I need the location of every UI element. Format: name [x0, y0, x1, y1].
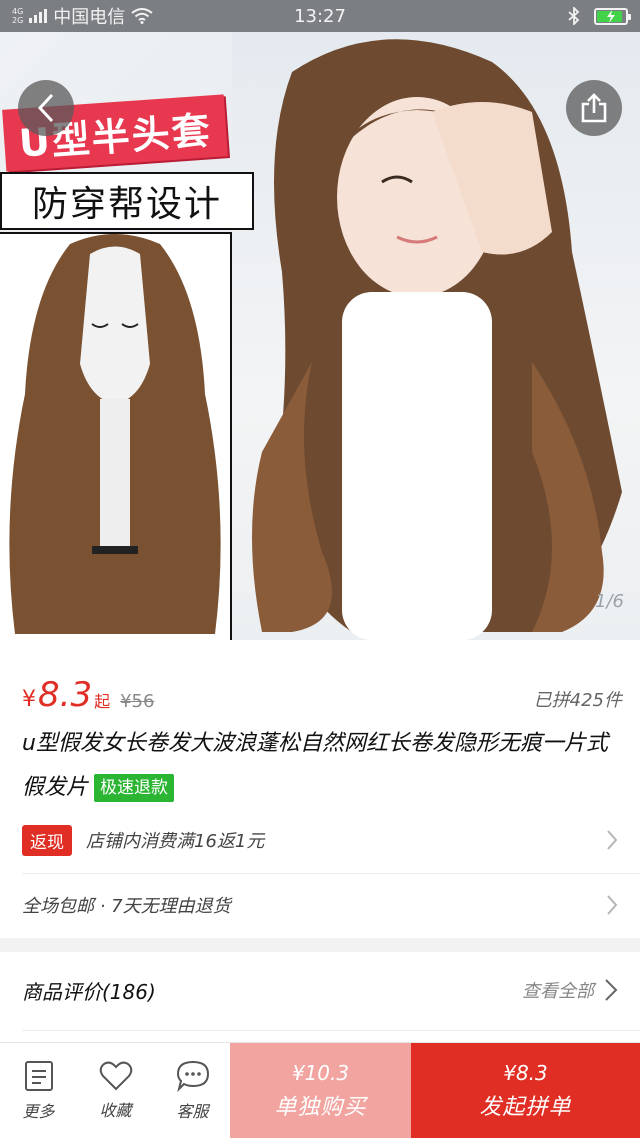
buy-alone-price: ¥10.3	[291, 1061, 350, 1085]
price-value: 8.3	[38, 675, 93, 715]
start-group-buy-button[interactable]: ¥8.3 发起拼单	[411, 1043, 640, 1138]
wig-on-mannequin-photo	[0, 232, 232, 640]
reviews-row[interactable]: 商品评价(186) 查看全部	[0, 960, 640, 1020]
chat-bubble-icon	[176, 1060, 209, 1092]
heart-icon	[99, 1061, 132, 1090]
bottom-action-bar: 更多 收藏 客服 ¥10.3 单独购买 ¥8.3 发起拼单	[0, 1042, 640, 1138]
share-button[interactable]	[566, 80, 622, 136]
cashback-tag: 返现	[22, 824, 72, 856]
section-gap	[0, 938, 640, 952]
image-pager: 1/6	[595, 591, 624, 612]
chevron-right-icon	[607, 895, 618, 915]
price-currency: ¥	[22, 687, 36, 712]
cashback-text: 店铺内消费满16返1元	[86, 831, 265, 852]
status-left: 4G 2G 中国电信	[12, 3, 153, 29]
charging-icon	[607, 9, 615, 23]
network-type-top: 4G	[12, 7, 24, 16]
price-row: ¥ 8.3 起 ¥56 已拼425件	[22, 668, 622, 712]
more-button[interactable]: 更多	[0, 1043, 77, 1138]
chevron-right-icon	[605, 979, 618, 1001]
status-right	[568, 7, 631, 25]
wifi-icon	[131, 8, 153, 24]
banner-design: 防穿帮设计	[0, 172, 254, 230]
customer-service-button[interactable]: 客服	[154, 1043, 231, 1138]
more-label: 更多	[22, 1101, 55, 1121]
group-buy-price: ¥8.3	[503, 1061, 548, 1085]
view-all-reviews-link[interactable]: 查看全部	[522, 977, 594, 1003]
price-suffix: 起	[94, 692, 111, 711]
chevron-right-icon	[607, 830, 618, 850]
network-type: 4G 2G	[12, 7, 23, 25]
shipping-text: 全场包邮 · 7天无理由退货	[22, 896, 231, 917]
sold-count: 已拼425件	[533, 690, 622, 711]
signal-icon	[29, 9, 48, 23]
favorite-label: 收藏	[99, 1100, 132, 1120]
back-button[interactable]	[18, 80, 74, 136]
share-icon	[581, 93, 607, 123]
status-time: 13:27	[294, 5, 346, 27]
status-bar: 4G 2G 中国电信 13:27	[0, 0, 640, 32]
wig-illustration	[9, 234, 221, 634]
divider	[22, 873, 640, 874]
battery-icon	[594, 7, 631, 25]
fast-refund-badge: 极速退款	[94, 774, 175, 802]
reviews-title: 商品评价(186)	[22, 979, 156, 1004]
buy-alone-label: 单独购买	[274, 1095, 367, 1120]
network-type-bottom: 2G	[12, 16, 24, 25]
cashback-row[interactable]: 返现 店铺内消费满16返1元	[0, 812, 640, 868]
chevron-left-icon	[37, 93, 54, 123]
buy-alone-button[interactable]: ¥10.3 单独购买	[230, 1043, 411, 1138]
divider	[22, 1030, 640, 1031]
group-buy-label: 发起拼单	[479, 1095, 572, 1120]
customer-service-label: 客服	[176, 1101, 209, 1121]
shipping-row[interactable]: 全场包邮 · 7天无理由退货	[0, 876, 640, 934]
product-title: u型假发女长卷发大波浪蓬松自然网红长卷发隐形无痕一片式假发片 极速退款	[22, 722, 622, 810]
bluetooth-icon	[568, 7, 580, 25]
carrier-name: 中国电信	[53, 7, 126, 28]
original-price: ¥56	[120, 691, 155, 712]
product-image-carousel[interactable]: U型半头套 防穿帮设计 1/6	[0, 32, 640, 640]
favorite-button[interactable]: 收藏	[77, 1043, 154, 1138]
list-icon	[24, 1060, 53, 1091]
battery-level	[597, 9, 623, 23]
